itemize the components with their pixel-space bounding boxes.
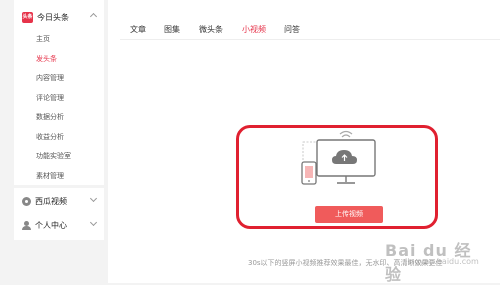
user-icon <box>22 220 31 230</box>
sidebar-section-title: 今日头条 <box>37 12 69 22</box>
tab-qa[interactable]: 问答 <box>284 24 300 35</box>
sidebar-section-personal[interactable]: 个人中心 <box>14 215 104 235</box>
chevron-down-icon[interactable] <box>89 218 98 227</box>
sidebar-item-analytics[interactable]: 数据分析 <box>36 112 64 122</box>
chevron-up-icon[interactable] <box>89 12 98 21</box>
sidebar-section-toutiao[interactable]: 头条 今日头条 <box>14 7 104 27</box>
tab-divider <box>120 39 500 40</box>
sidebar-panel-toutiao: 头条 今日头条 主页 发头条 内容管理 评论管理 数据分析 收益分析 功能实验室… <box>14 0 104 185</box>
watermark-sub: jingyan.baidu.com <box>405 257 479 266</box>
watermark: Bai du 经验 jingyan.baidu.com <box>385 237 485 284</box>
tab-gallery[interactable]: 图集 <box>164 24 180 35</box>
tab-weitoutiao[interactable]: 微头条 <box>199 24 223 35</box>
tab-article[interactable]: 文章 <box>130 24 146 35</box>
watermelon-icon <box>22 196 31 206</box>
sidebar-item-revenue[interactable]: 收益分析 <box>36 132 64 142</box>
tab-short-video[interactable]: 小视频 <box>242 24 266 35</box>
sidebar-section-xigua[interactable]: 西瓜视频 <box>14 191 104 211</box>
sidebar-panel-other: 西瓜视频 个人中心 <box>14 188 104 240</box>
sidebar-item-home[interactable]: 主页 <box>36 34 50 44</box>
sidebar-item-content[interactable]: 内容管理 <box>36 73 64 83</box>
chevron-down-icon[interactable] <box>89 194 98 203</box>
sidebar-section-title: 个人中心 <box>35 220 67 230</box>
upload-area[interactable]: 上传视频 <box>236 125 438 229</box>
sidebar-section-title: 西瓜视频 <box>35 196 67 206</box>
sidebar-item-materials[interactable]: 素材管理 <box>36 171 64 181</box>
upload-illustration-icon <box>301 130 376 185</box>
sidebar-item-lab[interactable]: 功能实验室 <box>36 151 71 161</box>
toutiao-logo-icon: 头条 <box>22 11 33 23</box>
sidebar-item-comments[interactable]: 评论管理 <box>36 93 64 103</box>
tab-bar: 文章 图集 微头条 小视频 问答 <box>108 0 500 40</box>
sidebar-item-publish[interactable]: 发头条 <box>36 54 57 64</box>
upload-video-button[interactable]: 上传视频 <box>315 206 383 223</box>
